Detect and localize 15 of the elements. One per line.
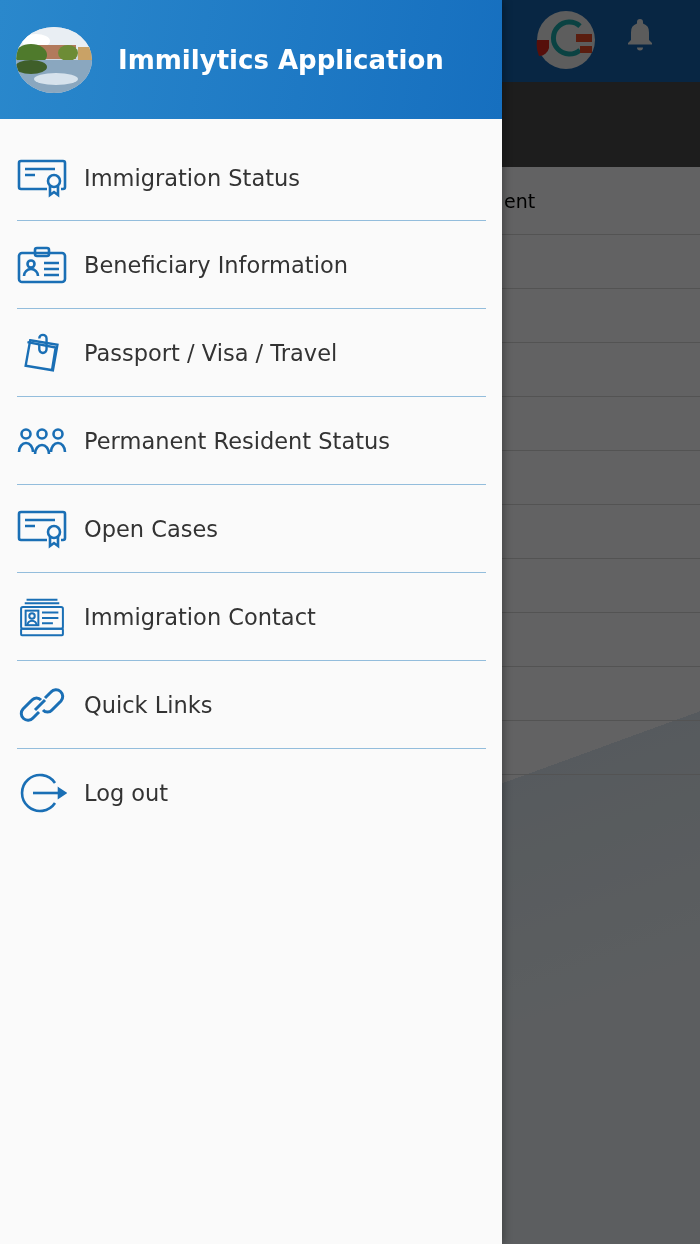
menu-item[interactable]: Immigration Status: [17, 119, 486, 221]
menu-item[interactable]: Log out: [17, 749, 486, 836]
menu-item[interactable]: Quick Links: [17, 661, 486, 749]
certificate-icon: [17, 508, 67, 549]
menu-item[interactable]: Open Cases: [17, 485, 486, 573]
app-title: Immilytics Application: [118, 44, 444, 75]
menu-item[interactable]: Permanent Resident Status: [17, 397, 486, 485]
list-item-label: ent: [504, 189, 536, 212]
menu-item[interactable]: Beneficiary Information: [17, 221, 486, 309]
id-badge-icon: [17, 244, 67, 285]
menu-item[interactable]: Immigration Contact: [17, 573, 486, 661]
logo-icon[interactable]: [536, 10, 596, 70]
certificate-icon: [17, 157, 67, 198]
contact-card-icon: [17, 596, 67, 637]
menu-item[interactable]: Passport / Visa / Travel: [17, 309, 486, 397]
